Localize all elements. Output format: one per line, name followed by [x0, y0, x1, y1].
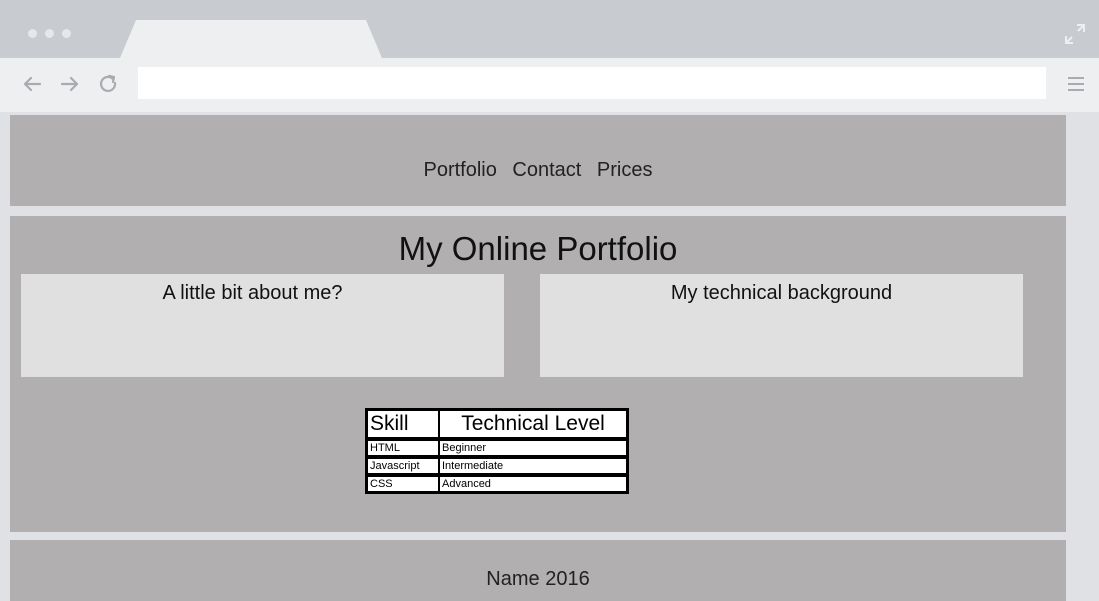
footer-text: Name 2016 [486, 568, 590, 590]
table-header-row: Skill Technical Level [367, 410, 627, 438]
table-row: HTML Beginner [367, 438, 627, 456]
close-window-button[interactable] [28, 29, 37, 38]
expand-icon[interactable] [1063, 22, 1087, 46]
table-cell-level: Advanced [439, 474, 627, 492]
main-nav: Portfolio Contact Prices [10, 159, 1066, 182]
about-me-card: A little bit about me? [21, 274, 504, 377]
site-header: Portfolio Contact Prices [10, 115, 1066, 206]
window-controls [28, 29, 71, 38]
nav-link-portfolio[interactable]: Portfolio [423, 159, 496, 181]
about-me-heading: A little bit about me? [162, 282, 343, 304]
table-row: CSS Advanced [367, 474, 627, 492]
technical-background-heading: My technical background [670, 282, 893, 304]
main-section: My Online Portfolio A little bit about m… [10, 216, 1066, 532]
site-footer: Name 2016 [10, 540, 1066, 601]
table-cell-level: Beginner [439, 438, 627, 456]
back-button[interactable] [20, 72, 44, 96]
browser-tab-bar [0, 0, 1099, 58]
arrow-right-icon [60, 76, 79, 92]
column-header-technical-level: Technical Level [439, 410, 627, 438]
nav-link-prices[interactable]: Prices [597, 159, 653, 181]
page-title: My Online Portfolio [398, 230, 678, 267]
table-cell-skill: Javascript [367, 456, 439, 474]
forward-button[interactable] [58, 72, 82, 96]
address-bar[interactable] [138, 67, 1046, 99]
technical-background-card: My technical background [540, 274, 1023, 377]
hamburger-menu-icon[interactable] [1067, 74, 1085, 94]
table-cell-level: Intermediate [439, 456, 627, 474]
maximize-window-button[interactable] [62, 29, 71, 38]
column-header-skill: Skill [367, 410, 439, 438]
table-cell-skill: HTML [367, 438, 439, 456]
reload-button[interactable] [96, 72, 120, 96]
browser-tab[interactable] [120, 20, 382, 58]
reload-icon [100, 74, 117, 92]
minimize-window-button[interactable] [45, 29, 54, 38]
nav-link-contact[interactable]: Contact [512, 159, 581, 181]
browser-toolbar [0, 58, 1099, 112]
arrow-left-icon [23, 76, 42, 92]
table-row: Javascript Intermediate [367, 456, 627, 474]
table-cell-skill: CSS [367, 474, 439, 492]
skills-table: Skill Technical Level HTML Beginner Java… [365, 408, 629, 494]
page-viewport: Portfolio Contact Prices My Online Portf… [0, 112, 1099, 601]
